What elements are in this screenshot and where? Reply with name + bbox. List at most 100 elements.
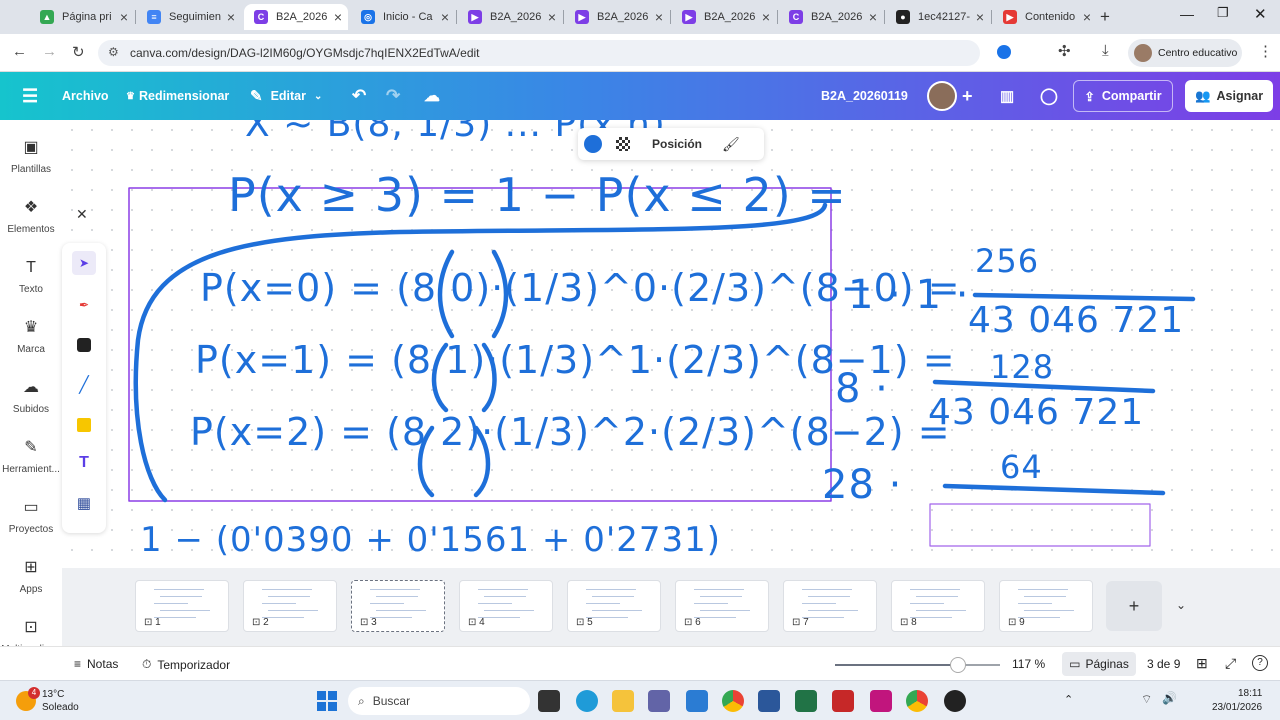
design-canvas[interactable]: X ~ B(8, 1/3) ... P(x,n) P(x ≥ 3) = 1 − P… (62, 120, 1280, 568)
position-button[interactable]: Posición (652, 137, 702, 151)
assign-button[interactable]: 👥 Asignar (1185, 80, 1273, 112)
main-menu-icon[interactable]: ☰ (22, 72, 38, 120)
puzzle-icon[interactable]: ✣ (1058, 42, 1071, 60)
handwriting-res2-pre[interactable]: 28 · (822, 462, 902, 508)
add-collaborator-icon[interactable]: + (962, 72, 973, 120)
wifi-icon[interactable]: ⌔ (1141, 692, 1152, 707)
close-drawtools-icon[interactable]: ✕ (76, 206, 88, 223)
extension-icon[interactable] (997, 45, 1011, 59)
browser-tab[interactable]: ▶ B2A_2026 × (672, 4, 776, 30)
close-tab-icon[interactable]: × (1083, 9, 1091, 25)
close-tab-icon[interactable]: × (334, 9, 342, 25)
sidebar-item-text[interactable]: T Texto (0, 258, 62, 295)
close-tab-icon[interactable]: × (655, 9, 663, 25)
paint-roller-icon[interactable]: 🖌 (722, 136, 740, 153)
page-thumbnail[interactable]: ⊡ 8 (891, 580, 985, 632)
clock-time[interactable]: 18:11 (1238, 688, 1262, 699)
browser-tab[interactable]: C B2A_2026 × (779, 4, 883, 30)
browser-tab[interactable]: ▶ B2A_2026 × (565, 4, 669, 30)
close-window-button[interactable]: ✕ (1254, 5, 1267, 23)
close-tab-icon[interactable]: × (120, 9, 128, 25)
minimize-button[interactable]: — (1180, 6, 1194, 22)
restore-button[interactable]: ❐ (1217, 5, 1229, 21)
transparency-icon[interactable] (616, 137, 630, 151)
close-tab-icon[interactable]: × (762, 9, 770, 25)
document-title[interactable]: B2A_20260119 (821, 72, 908, 120)
excel-icon[interactable] (795, 690, 817, 712)
handwriting-row2[interactable]: P(x=2) = (8 2)·(1/3)^2·(2/3)^(8−2) = (190, 410, 951, 454)
close-tab-icon[interactable]: × (976, 9, 984, 25)
sidebar-item-uploads[interactable]: ☁ Subidos (0, 378, 62, 415)
browser-tab[interactable]: ◎ Inicio - Ca × (351, 4, 455, 30)
notes-button[interactable]: ≡ Notas (74, 657, 118, 671)
obs-icon[interactable] (944, 690, 966, 712)
handwriting-res0-num[interactable]: 256 (975, 242, 1039, 280)
page-thumbnail[interactable]: ⊡ 1 (135, 580, 229, 632)
close-tab-icon[interactable]: × (227, 9, 235, 25)
handwriting-row0[interactable]: P(x=0) = (8 0)·(1/3)^0·(2/3)^(8−0) = (200, 266, 961, 310)
close-tab-icon[interactable]: × (441, 9, 449, 25)
download-icon[interactable]: ⤓ (1102, 42, 1109, 59)
teams-icon[interactable] (648, 690, 670, 712)
grid-view-icon[interactable]: ⊞ (1196, 655, 1208, 672)
clock-date[interactable]: 23/01/2026 (1212, 702, 1262, 713)
line-tool-icon[interactable]: ╱ (72, 373, 96, 397)
forward-icon[interactable]: → (42, 43, 57, 60)
task-view-icon[interactable] (538, 690, 560, 712)
share-button[interactable]: ⇪ Compartir (1073, 80, 1173, 112)
sticky-note-icon[interactable] (72, 413, 96, 437)
browser-tab[interactable]: ▲ Página pri × (30, 4, 134, 30)
page-thumbnail[interactable]: ⊡ 2 (243, 580, 337, 632)
sidebar-item-brand[interactable]: ♛ Marca (0, 318, 62, 355)
sidebar-item-apps[interactable]: ⊞ Apps (0, 558, 62, 595)
handwriting-res1-den[interactable]: 43 046 721 (928, 392, 1144, 433)
text-tool-icon[interactable]: T (72, 451, 96, 475)
browser-tab[interactable]: ▶ Contenido × (993, 4, 1097, 30)
user-avatar[interactable] (927, 81, 957, 111)
reload-icon[interactable]: ↻ (72, 43, 85, 61)
profile-chip[interactable]: Centro educativo (1128, 39, 1242, 67)
page-thumbnail[interactable]: ⊡ 9 (999, 580, 1093, 632)
handwriting-res1-pre[interactable]: 8 · (835, 366, 889, 412)
pen-tool-icon[interactable]: ✒ (72, 293, 96, 317)
close-tab-icon[interactable]: × (548, 9, 556, 25)
zoom-slider[interactable] (835, 657, 1000, 673)
undo-icon[interactable]: ↶ (352, 72, 366, 120)
edge-icon[interactable] (576, 690, 598, 712)
insights-icon[interactable]: ▥ (1000, 72, 1014, 120)
sidebar-item-templates[interactable]: ▣ Plantillas (0, 138, 62, 175)
page-thumbnail[interactable]: ⊡ 5 (567, 580, 661, 632)
browser-tab[interactable]: C B2A_2026 × (244, 4, 348, 30)
windows-start-icon[interactable] (317, 691, 337, 711)
timer-button[interactable]: ⏱ Temporizador (142, 657, 230, 672)
handwriting-res1-num[interactable]: 128 (990, 348, 1054, 386)
url-bar[interactable]: ⚙ canva.com/design/DAG-l2IM60g/OYGMsdjc7… (98, 40, 980, 66)
onenote-icon[interactable] (870, 690, 892, 712)
tray-chevron-icon[interactable]: ⌃ (1064, 693, 1073, 706)
close-tab-icon[interactable]: × (869, 9, 877, 25)
redo-icon[interactable]: ↷ (386, 72, 400, 120)
browser-tab[interactable]: ● 1ec42127- × (886, 4, 990, 30)
handwriting-res0-pre[interactable]: 1 · 1 · (848, 272, 969, 318)
back-icon[interactable]: ← (12, 43, 27, 60)
browser-tab[interactable]: ▶ B2A_2026 × (458, 4, 562, 30)
page-thumbnail[interactable]: ⊡ 6 (675, 580, 769, 632)
new-tab-button[interactable]: + (1100, 7, 1110, 27)
chrome-icon[interactable] (722, 690, 744, 712)
sidebar-item-projects[interactable]: ▭ Proyectos (0, 498, 62, 535)
taskbar-search[interactable]: ⌕ Buscar (348, 687, 530, 715)
handwriting-line-main[interactable]: P(x ≥ 3) = 1 − P(x ≤ 2) = (228, 168, 847, 222)
page-thumbnail[interactable]: ⊡ 7 (783, 580, 877, 632)
file-menu[interactable]: Archivo (62, 72, 109, 120)
site-info-icon[interactable]: ⚙ (108, 45, 119, 59)
comments-icon[interactable]: ◯ (1040, 72, 1058, 120)
sidebar-item-elements[interactable]: ❖ Elementos (0, 198, 62, 235)
help-icon[interactable]: ? (1252, 655, 1268, 671)
file-explorer-icon[interactable] (612, 690, 634, 712)
color-swatch[interactable] (584, 135, 602, 153)
zoom-slider-handle[interactable] (950, 657, 966, 673)
edit-menu[interactable]: ✎ Editar ⌄ (250, 72, 322, 120)
volume-icon[interactable]: 🔊 (1162, 691, 1177, 705)
fullscreen-icon[interactable]: ⤢ (1225, 655, 1236, 672)
zoom-value[interactable]: 117 % (1012, 657, 1045, 671)
